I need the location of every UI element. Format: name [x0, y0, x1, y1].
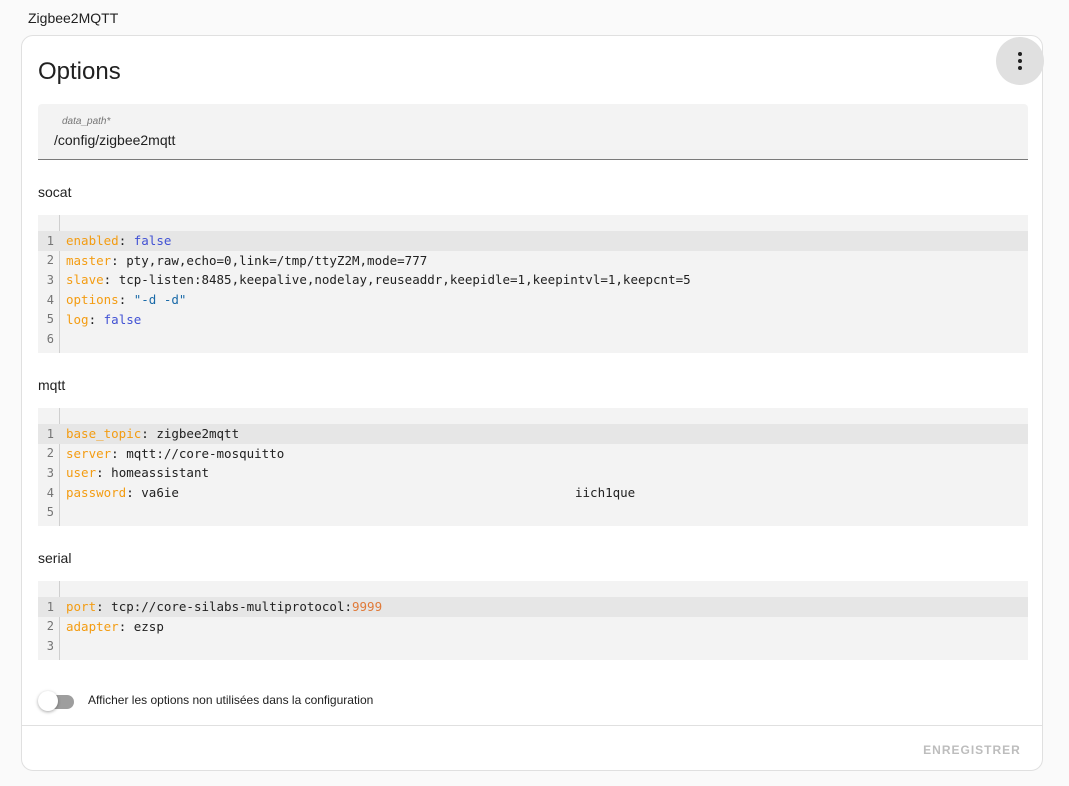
yaml-value: "-d -d"	[133, 292, 187, 308]
line-number: 4	[46, 485, 54, 500]
yaml-value: ezsp	[133, 618, 164, 634]
code-line[interactable]: 1 base_topic: zigbee2mqtt	[38, 424, 1028, 444]
code-line[interactable]: 6	[38, 329, 1028, 349]
dots-vertical-icon	[1018, 52, 1022, 70]
code-line[interactable]: 4 options: "-d -d"	[38, 290, 1028, 310]
code-line[interactable]: 5 log: false	[38, 309, 1028, 329]
section-label-serial: serial	[38, 550, 72, 566]
code-line[interactable]: 4 password: va6ie iich1que	[38, 483, 1028, 503]
code-line[interactable]: 3 slave: tcp-listen:8485,keepalive,nodel…	[38, 270, 1028, 290]
line-number: 2	[46, 619, 54, 634]
yaml-value-fragment: iich1que	[575, 485, 636, 501]
yaml-key: enabled	[66, 233, 119, 249]
yaml-key: base_topic	[66, 426, 142, 442]
yaml-key: port	[66, 599, 97, 615]
yaml-key: user	[66, 465, 97, 481]
overflow-menu-button[interactable]	[996, 37, 1044, 85]
line-number: 2	[46, 253, 54, 268]
line-number: 3	[46, 272, 54, 287]
code-line[interactable]: 2 server: mqtt://core-mosquitto	[38, 444, 1028, 464]
line-number: 2	[46, 446, 54, 461]
yaml-value: zigbee2mqtt	[156, 426, 240, 442]
yaml-value: tcp-listen:8485,keepalive,nodelay,reusea…	[118, 272, 691, 288]
code-line[interactable]: 3	[38, 636, 1028, 656]
line-number: 1	[46, 426, 54, 441]
yaml-value: tcp://core-silabs-multiprotocol:	[111, 599, 352, 615]
yaml-key: server	[66, 445, 112, 461]
yaml-value: pty,raw,echo=0,link=/tmp/ttyZ2M,mode=777	[126, 252, 428, 268]
line-number: 4	[46, 292, 54, 307]
yaml-value: homeassistant	[111, 465, 210, 481]
code-editor-serial[interactable]: 1 port: tcp://core-silabs-multiprotocol:…	[38, 581, 1028, 660]
data-path-field[interactable]: data_path* /config/zigbee2mqtt	[38, 104, 1028, 160]
line-number: 3	[46, 638, 54, 653]
code-line[interactable]: 5	[38, 502, 1028, 522]
show-unused-options-toggle[interactable]	[38, 691, 74, 711]
line-number: 5	[46, 505, 54, 520]
options-card: Options data_path* /config/zigbee2mqtt s…	[21, 35, 1044, 771]
yaml-key: password	[66, 485, 127, 501]
section-label-mqtt: mqtt	[38, 377, 66, 393]
line-number: 1	[46, 599, 54, 614]
yaml-key: adapter	[66, 618, 119, 634]
card-title: Options	[38, 58, 121, 85]
section-label-socat: socat	[38, 184, 72, 200]
app-title: Zigbee2MQTT	[28, 10, 119, 26]
yaml-number: 9999	[352, 599, 383, 615]
code-line[interactable]: 2 adapter: ezsp	[38, 617, 1028, 637]
line-number: 3	[46, 465, 54, 480]
save-button[interactable]: ENREGISTRER	[917, 736, 1027, 764]
yaml-key: options	[66, 292, 119, 308]
code-editor-socat[interactable]: 1 enabled: false 2 master: pty,raw,echo=…	[38, 215, 1028, 353]
yaml-value: false	[103, 311, 142, 327]
toggle-thumb	[38, 691, 58, 711]
yaml-value: false	[133, 233, 172, 249]
code-editor-mqtt[interactable]: 1 base_topic: zigbee2mqtt 2 server: mqtt…	[38, 408, 1028, 526]
data-path-value[interactable]: /config/zigbee2mqtt	[54, 132, 175, 148]
yaml-key: log	[66, 311, 89, 327]
line-number: 6	[46, 331, 54, 346]
code-line[interactable]: 2 master: pty,raw,echo=0,link=/tmp/ttyZ2…	[38, 251, 1028, 271]
line-number: 5	[46, 312, 54, 327]
yaml-value: mqtt://core-mosquitto	[126, 445, 285, 461]
code-line[interactable]: 3 user: homeassistant	[38, 463, 1028, 483]
show-unused-options-label: Afficher les options non utilisées dans …	[88, 693, 374, 707]
line-number: 1	[46, 233, 54, 248]
code-line[interactable]: 1 port: tcp://core-silabs-multiprotocol:…	[38, 597, 1028, 617]
yaml-key: master	[66, 252, 112, 268]
yaml-key: slave	[66, 272, 104, 288]
code-line[interactable]: 1 enabled: false	[38, 231, 1028, 251]
yaml-value: va6ie	[141, 485, 179, 501]
data-path-label: data_path*	[62, 116, 111, 127]
card-actions-divider	[22, 725, 1042, 726]
